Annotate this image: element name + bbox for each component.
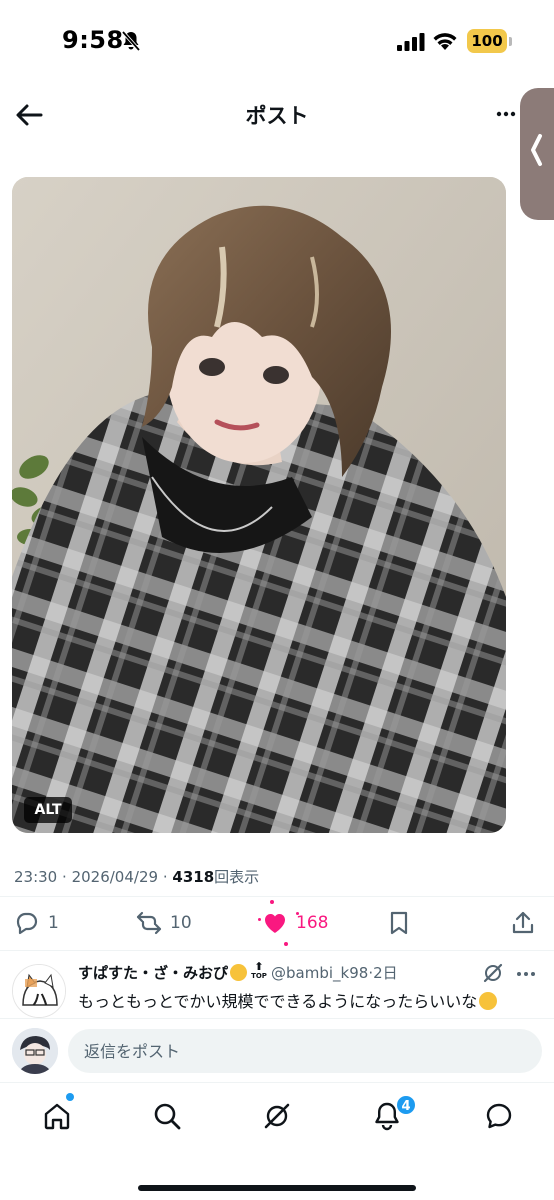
views-count[interactable]: 4318 [172, 868, 214, 886]
home-unread-dot [66, 1093, 74, 1101]
like-sparkle [284, 942, 288, 946]
post-image[interactable] [12, 177, 506, 833]
divider [0, 1018, 554, 1019]
page-title: ポスト [245, 104, 309, 128]
reply-button[interactable]: 1 [14, 906, 59, 940]
grok-icon[interactable] [482, 962, 504, 984]
post-date: 2026/04/29 [71, 868, 159, 886]
reply-author-handle[interactable]: @bambi_k98 [271, 964, 368, 982]
messages-icon [486, 1103, 512, 1129]
nav-grok[interactable] [260, 1098, 294, 1134]
top-icon: ⬆ TOP [251, 962, 267, 980]
battery-icon: 100 [467, 29, 507, 53]
reply-icon [16, 912, 38, 935]
home-icon [44, 1103, 70, 1130]
divider [0, 1082, 554, 1083]
my-avatar-image [12, 1028, 58, 1074]
cat-avatar-image: ハ [13, 965, 65, 1017]
reply-text[interactable]: もっともっとでかい規模でできるようになったらいいな [78, 988, 538, 1012]
svg-text:ハ: ハ [32, 990, 48, 1009]
my-avatar[interactable] [12, 1028, 58, 1074]
nav-home[interactable] [40, 1098, 74, 1134]
more-icon[interactable] [514, 966, 538, 982]
search-icon [154, 1103, 181, 1130]
alt-text-badge[interactable]: ALT [24, 797, 72, 823]
grok-icon [264, 1103, 290, 1129]
wifi-icon [433, 33, 457, 50]
divider [0, 950, 554, 951]
like-button[interactable]: 168 [262, 906, 328, 940]
bookmark-button[interactable] [386, 906, 412, 940]
status-time: 9:58 [62, 26, 124, 54]
repost-button[interactable]: 10 [136, 906, 192, 940]
status-bar: 9:58 100 [0, 0, 554, 84]
chevron-left-icon [531, 134, 542, 166]
reply-header: すぱすた・ざ・みおぴ ⬆ TOP @bambi_k98·2日 [78, 962, 478, 983]
nav-messages[interactable] [482, 1098, 516, 1134]
reply-avatar[interactable]: ハ [12, 964, 66, 1018]
heart-icon [265, 914, 285, 933]
heart-eyes-emoji-icon [230, 964, 248, 981]
reply-time: 2日 [373, 964, 398, 982]
meta-separator: · [62, 868, 67, 886]
home-indicator [138, 1185, 416, 1191]
holding-back-tears-emoji-icon [479, 992, 498, 1010]
repost-icon [136, 911, 162, 935]
repost-count: 10 [170, 913, 192, 933]
reply-compose-input[interactable] [68, 1029, 542, 1073]
notification-count-badge: 4 [395, 1094, 417, 1116]
like-count: 168 [296, 913, 329, 933]
nav-search[interactable] [150, 1098, 184, 1134]
views-label: 回表示 [214, 868, 260, 886]
share-button[interactable] [510, 906, 536, 940]
share-icon [512, 911, 534, 934]
bell-slash-icon [121, 30, 141, 52]
reply-count: 1 [48, 913, 59, 933]
more-icon[interactable] [496, 110, 516, 118]
like-sparkle [270, 900, 274, 904]
battery-tip [509, 37, 512, 46]
reply-text-body: もっともっとでかい規模でできるようになったらいいな [78, 992, 478, 1011]
divider [0, 896, 554, 897]
signal-icon [397, 33, 425, 51]
selfie-photo [12, 177, 506, 833]
like-sparkle [258, 918, 261, 921]
reply-author-name[interactable]: すぱすた・ざ・みおぴ [78, 964, 228, 982]
meta-separator: · [162, 868, 168, 886]
post-meta: 23:30 · 2026/04/29 · 4318回表示 [14, 866, 259, 887]
bookmark-icon [390, 911, 408, 935]
like-sparkle [296, 912, 299, 915]
post-header: ポスト [0, 84, 554, 146]
post-time: 23:30 [14, 868, 58, 886]
